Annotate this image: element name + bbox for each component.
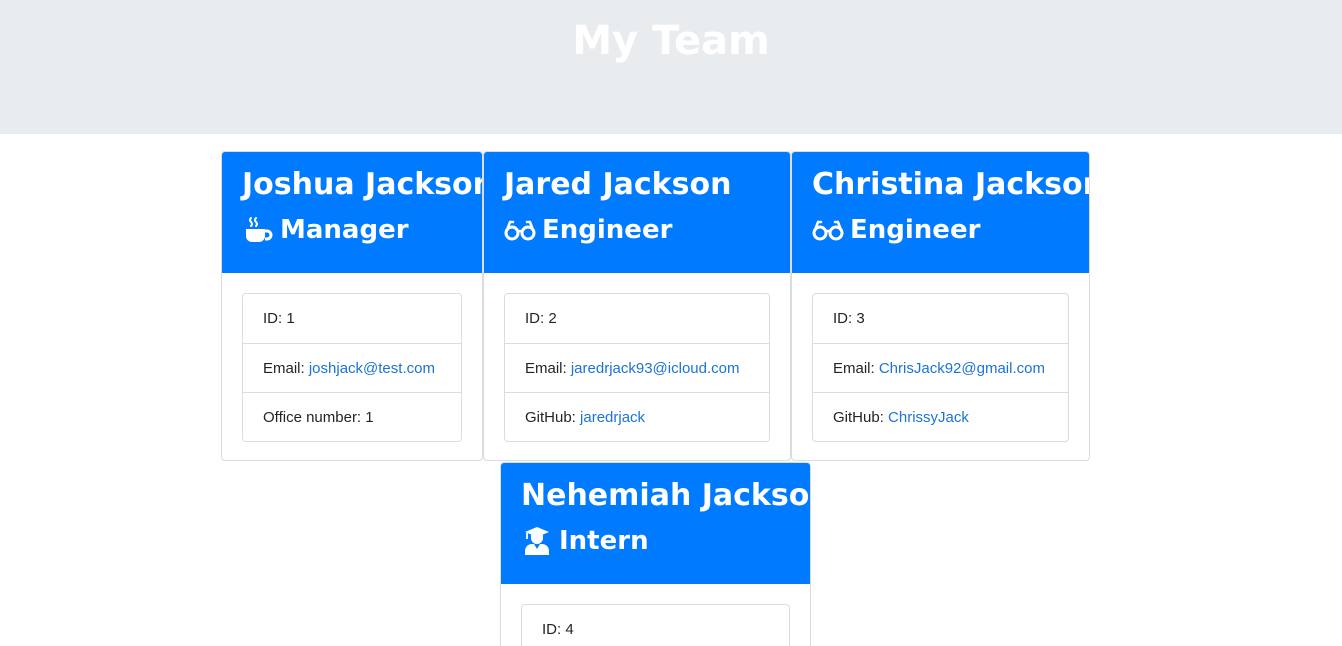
email-row: Email: ChrisJack92@gmail.com — [813, 343, 1068, 392]
employee-name: Nehemiah Jackson — [521, 478, 811, 513]
info-list: ID: 4 — [521, 604, 790, 646]
employee-role: Manager — [242, 213, 462, 247]
email-label: Email: — [833, 360, 879, 377]
id-value: 4 — [565, 621, 574, 638]
employee-role: Engineer — [812, 213, 1069, 247]
id-label: ID: — [525, 310, 549, 327]
card-header: Jared Jackson Engineer — [484, 152, 790, 273]
id-value: 1 — [286, 310, 295, 327]
card-header: Nehemiah Jackson Intern — [501, 463, 810, 584]
info-list: ID: 2 Email: jaredrjack93@icloud.com Git… — [504, 293, 770, 442]
github-link[interactable]: ChrissyJack — [888, 409, 969, 426]
id-row: ID: 3 — [813, 294, 1068, 343]
glasses-icon — [504, 214, 536, 246]
email-link[interactable]: ChrisJack92@gmail.com — [879, 360, 1045, 377]
employee-role: Engineer — [504, 213, 770, 247]
employee-card-engineer: Jared Jackson Engineer ID: 2 Email: jare… — [483, 151, 791, 461]
office-number-value: 1 — [365, 409, 374, 426]
email-link[interactable]: joshjack@test.com — [309, 360, 435, 377]
id-label: ID: — [263, 310, 287, 327]
user-graduate-icon — [521, 525, 553, 557]
employee-role-label: Engineer — [542, 215, 673, 245]
mug-hot-icon — [242, 214, 274, 246]
email-label: Email: — [525, 360, 571, 377]
card-body: ID: 3 Email: ChrisJack92@gmail.com GitHu… — [792, 273, 1089, 460]
page-title: My Team — [572, 18, 770, 64]
github-label: GitHub: — [833, 409, 889, 426]
header-jumbotron: My Team — [0, 0, 1342, 134]
employee-card-intern: Nehemiah Jackson Intern ID: 4 — [500, 462, 811, 646]
github-link[interactable]: jaredrjack — [580, 409, 645, 426]
office-number-row: Office number: 1 — [243, 392, 461, 441]
email-link[interactable]: jaredrjack93@icloud.com — [571, 360, 740, 377]
github-row: GitHub: ChrissyJack — [813, 392, 1068, 441]
employee-name: Jared Jackson — [504, 167, 732, 202]
id-row: ID: 4 — [522, 605, 789, 646]
id-value: 3 — [856, 310, 865, 327]
employee-name: Christina Jackson — [812, 167, 1090, 202]
id-label: ID: — [833, 310, 857, 327]
card-body: ID: 2 Email: jaredrjack93@icloud.com Git… — [484, 273, 790, 460]
github-label: GitHub: — [525, 409, 581, 426]
employee-role-label: Intern — [559, 526, 649, 556]
info-list: ID: 3 Email: ChrisJack92@gmail.com GitHu… — [812, 293, 1069, 442]
card-header: Joshua Jackson Manager — [222, 152, 482, 273]
id-row: ID: 2 — [505, 294, 769, 343]
card-body: ID: 4 — [501, 584, 810, 646]
id-label: ID: — [542, 621, 566, 638]
employee-card-manager: Joshua Jackson Manager ID: 1 Email: josh… — [221, 151, 483, 461]
info-list: ID: 1 Email: joshjack@test.com Office nu… — [242, 293, 462, 442]
glasses-icon — [812, 214, 844, 246]
email-row: Email: jaredrjack93@icloud.com — [505, 343, 769, 392]
email-row: Email: joshjack@test.com — [243, 343, 461, 392]
card-body: ID: 1 Email: joshjack@test.com Office nu… — [222, 273, 482, 460]
id-value: 2 — [548, 310, 557, 327]
employee-role-label: Manager — [280, 215, 409, 245]
card-header: Christina Jackson Engineer — [792, 152, 1089, 273]
employee-role-label: Engineer — [850, 215, 981, 245]
employee-role: Intern — [521, 524, 790, 558]
email-label: Email: — [263, 360, 309, 377]
employee-name: Joshua Jackson — [242, 167, 483, 202]
office-number-label: Office number: — [263, 409, 366, 426]
github-row: GitHub: jaredrjack — [505, 392, 769, 441]
employee-card-engineer: Christina Jackson Engineer ID: 3 Email: … — [791, 151, 1090, 461]
id-row: ID: 1 — [243, 294, 461, 343]
